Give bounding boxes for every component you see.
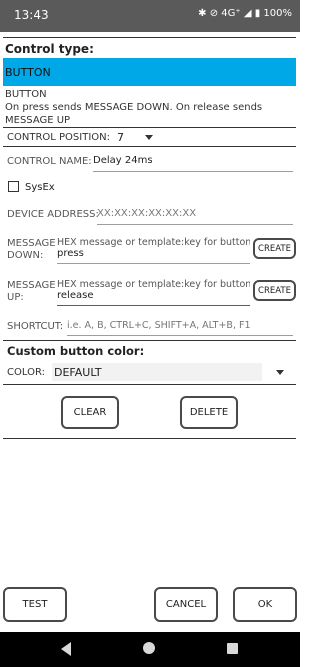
divider <box>3 438 296 439</box>
message-down-value: press <box>57 248 84 259</box>
control-type-name: BUTTON <box>5 89 47 100</box>
cancel-button[interactable]: CANCEL <box>154 587 218 622</box>
dropdown-arrow-icon[interactable] <box>145 135 153 140</box>
control-name-input[interactable]: Delay 24ms <box>93 155 293 172</box>
control-position-value[interactable]: 7 <box>117 131 124 144</box>
status-time: 13:43 <box>14 8 49 22</box>
create-message-down-button[interactable]: CREATE <box>253 238 296 259</box>
message-up-label-line1: MESSAGE <box>7 280 56 291</box>
clear-button[interactable]: CLEAR <box>61 396 119 429</box>
control-type-description: On press sends MESSAGE DOWN. On release … <box>5 102 263 126</box>
create-message-up-button[interactable]: CREATE <box>253 280 296 301</box>
sysex-label: SysEx <box>25 182 55 193</box>
test-button[interactable]: TEST <box>3 587 67 622</box>
sysex-checkbox[interactable] <box>8 181 19 192</box>
status-indicators: ✱ ⊘ 4G⁺ ◢ ▮ 100% <box>198 8 292 19</box>
back-icon[interactable] <box>61 642 71 656</box>
color-value: DEFAULT <box>54 366 102 379</box>
custom-color-label: Custom button color: <box>7 344 145 358</box>
top-divider <box>3 37 296 38</box>
message-up-label-line2: UP: <box>7 292 24 303</box>
message-down-label-line1: MESSAGE <box>7 238 56 249</box>
message-up-input[interactable]: HEX message or template:key for button r… <box>57 279 250 306</box>
control-name-label: CONTROL NAME: <box>7 156 92 167</box>
message-up-hint: HEX message or template:key for button <box>57 279 250 290</box>
device-address-input[interactable]: XX:XX:XX:XX:XX:XX <box>97 208 293 225</box>
ok-button[interactable]: OK <box>233 587 297 622</box>
control-type-value: BUTTON <box>5 66 51 79</box>
message-down-input[interactable]: HEX message or template:key for button p… <box>57 237 250 264</box>
message-down-hint: HEX message or template:key for button <box>57 237 250 248</box>
divider <box>3 340 296 341</box>
control-type-selector[interactable]: BUTTON <box>3 58 296 86</box>
divider <box>3 127 296 128</box>
divider <box>3 384 296 385</box>
dropdown-arrow-icon[interactable] <box>276 370 284 375</box>
recent-apps-icon[interactable] <box>227 643 238 654</box>
message-up-value: release <box>57 290 94 301</box>
home-icon[interactable] <box>143 642 155 654</box>
device-address-label: DEVICE ADDRESS: <box>7 209 99 220</box>
shortcut-input[interactable]: i.e. A, B, CTRL+C, SHIFT+A, ALT+B, F1 <box>67 320 293 336</box>
delete-button[interactable]: DELETE <box>180 396 238 429</box>
color-label: COLOR: <box>7 367 45 378</box>
shortcut-label: SHORTCUT: <box>7 321 64 332</box>
control-position-label: CONTROL POSITION: <box>7 132 110 143</box>
divider <box>3 146 296 147</box>
message-down-label-line2: DOWN: <box>7 250 44 261</box>
control-type-label: Control type: <box>5 42 94 56</box>
